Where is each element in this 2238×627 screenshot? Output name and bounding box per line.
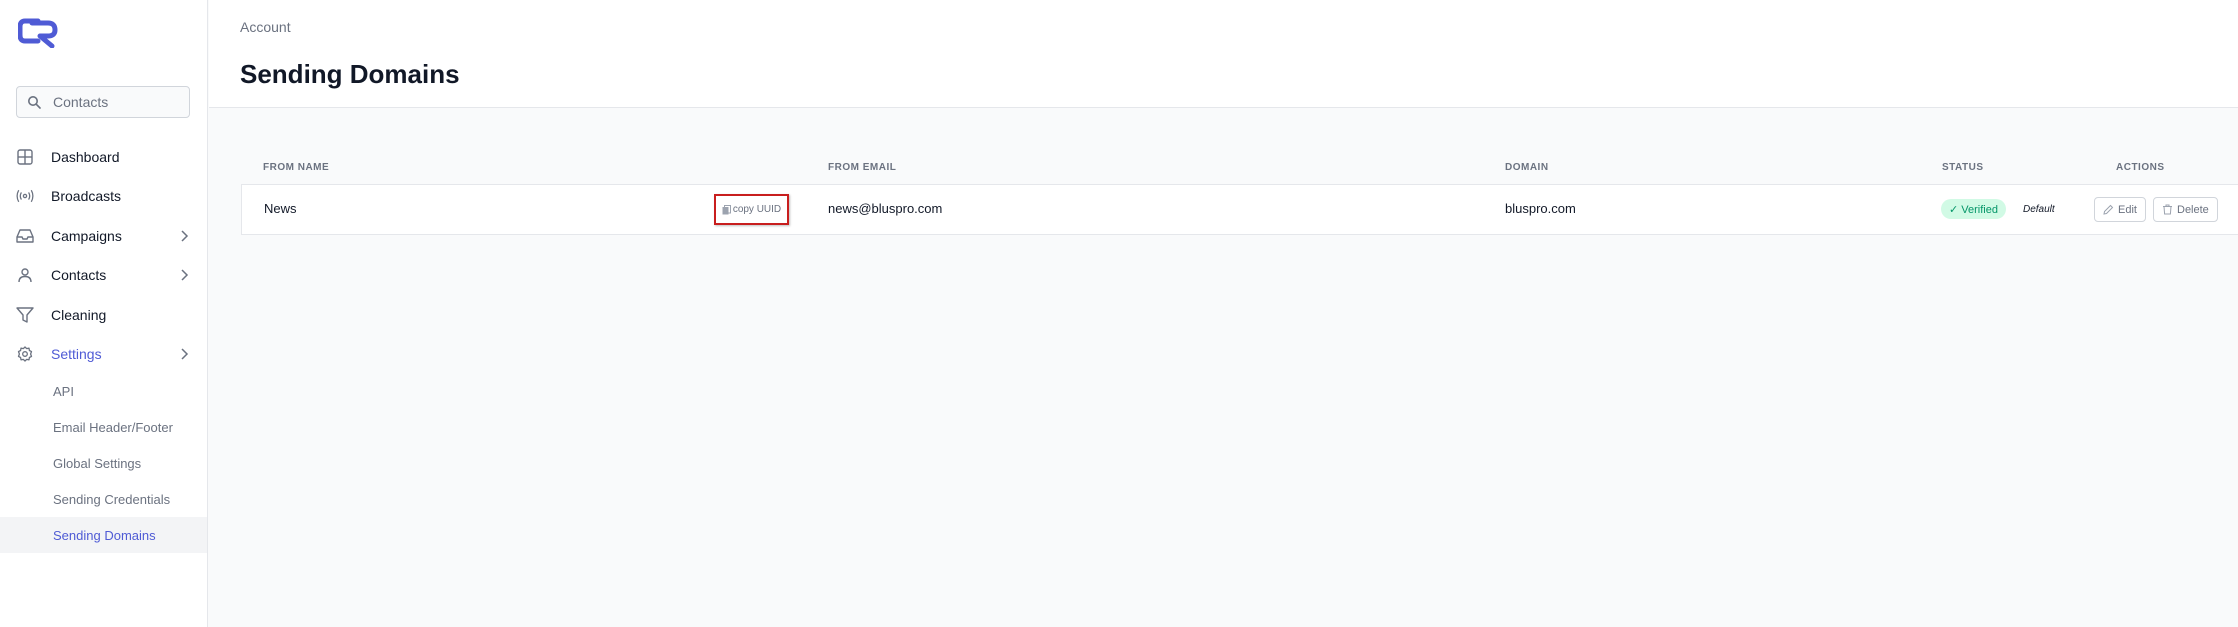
domain-cell: bluspro.com	[1505, 201, 1576, 216]
column-header-status: STATUS	[1942, 162, 1984, 173]
sidebar-item-label: Contacts	[51, 267, 107, 284]
edit-button[interactable]: Edit	[2094, 197, 2146, 222]
sidebar-item-label: Broadcasts	[51, 188, 122, 205]
copy-uuid-button[interactable]: copy UUID	[714, 194, 789, 225]
filter-icon	[16, 306, 34, 324]
sidebar-item-cleaning[interactable]: Cleaning	[0, 295, 207, 335]
copy-uuid-label: copy UUID	[732, 204, 782, 215]
from-name-cell: News	[264, 201, 297, 216]
delete-button[interactable]: Delete	[2153, 197, 2218, 222]
column-header-domain: DOMAIN	[1505, 162, 1549, 173]
sidebar-item-settings[interactable]: Settings	[0, 335, 207, 375]
settings-subnav: API Email Header/Footer Global Settings …	[0, 373, 207, 553]
from-email-cell: news@bluspro.com	[828, 201, 943, 216]
subnav-item-email-header-footer[interactable]: Email Header/Footer	[0, 409, 207, 445]
search-input[interactable]	[53, 94, 183, 110]
sidebar-item-broadcasts[interactable]: Broadcasts	[0, 177, 207, 217]
inbox-icon	[16, 227, 34, 245]
search-icon	[27, 95, 41, 109]
subnav-item-sending-credentials[interactable]: Sending Credentials	[0, 481, 207, 517]
sidebar-item-label: Dashboard	[51, 148, 120, 165]
breadcrumb[interactable]: Account	[240, 19, 291, 35]
sidebar-item-contacts[interactable]: Contacts	[0, 256, 207, 296]
subnav-item-global-settings[interactable]: Global Settings	[0, 445, 207, 481]
status-badge: ✓ Verified	[1941, 199, 2006, 219]
user-icon	[16, 266, 34, 284]
column-header-from-email: FROM EMAIL	[828, 162, 897, 173]
broadcast-icon	[16, 187, 34, 205]
chevron-right-icon	[179, 229, 189, 243]
subnav-item-sending-domains[interactable]: Sending Domains	[0, 517, 207, 553]
default-label: Default	[2023, 204, 2055, 215]
sidebar: Dashboard Broadcasts Campaigns Contacts	[0, 0, 208, 627]
column-header-from-name: FROM NAME	[263, 162, 330, 173]
sidebar-item-campaigns[interactable]: Campaigns	[0, 216, 207, 256]
grid-icon	[16, 148, 34, 166]
table-row: News copy UUID news@bluspro.com bluspro.…	[241, 184, 2238, 235]
subnav-item-api[interactable]: API	[0, 373, 207, 409]
delete-label: Delete	[2177, 203, 2209, 216]
sidebar-item-label: Settings	[51, 346, 102, 363]
chevron-right-icon	[179, 347, 189, 361]
chevron-right-icon	[179, 268, 189, 282]
sidebar-item-dashboard[interactable]: Dashboard	[0, 137, 207, 177]
page-title: Sending Domains	[240, 59, 460, 89]
trash-icon	[2163, 204, 2172, 215]
sidebar-item-label: Cleaning	[51, 306, 107, 323]
pencil-icon	[2103, 204, 2114, 215]
copy-icon	[722, 204, 731, 215]
gear-icon	[16, 345, 34, 363]
page-header: Account Sending Domains	[209, 0, 2238, 108]
app-logo[interactable]	[17, 18, 64, 49]
edit-label: Edit	[2118, 203, 2137, 216]
sidebar-item-label: Campaigns	[51, 227, 122, 244]
search-box[interactable]	[16, 86, 190, 118]
column-header-actions: ACTIONS	[2116, 162, 2165, 173]
main-nav: Dashboard Broadcasts Campaigns Contacts	[0, 137, 207, 374]
